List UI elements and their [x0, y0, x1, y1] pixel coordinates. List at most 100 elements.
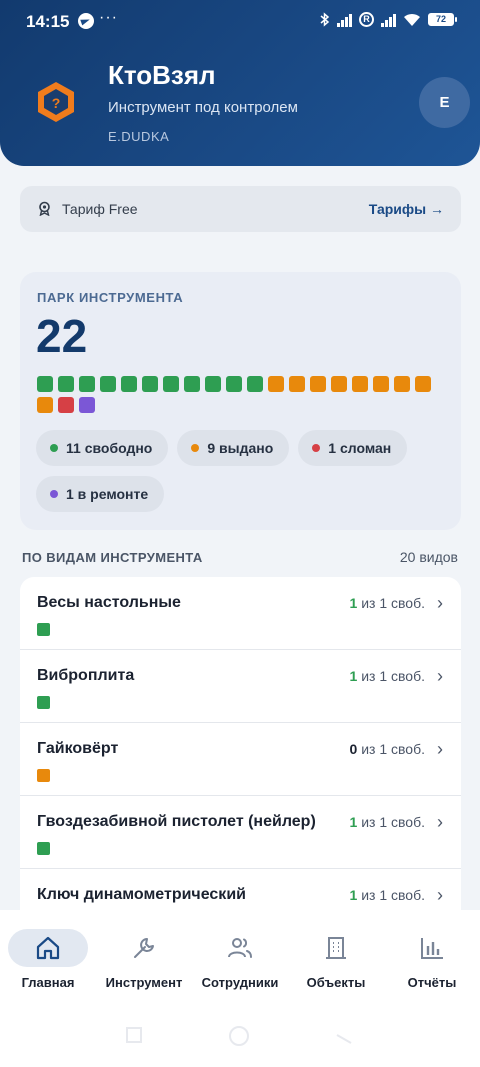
signal-icon-2: [381, 13, 396, 27]
availability-text: из 1 своб.: [357, 595, 425, 611]
tool-type-name: Гайковёрт: [37, 740, 119, 757]
app-logo-icon: ?: [38, 82, 74, 122]
status-square-free: [100, 376, 116, 392]
status-square-free: [79, 376, 95, 392]
registered-icon: R: [359, 12, 374, 27]
status-square-free: [247, 376, 263, 392]
home-icon: [36, 936, 60, 960]
status-dot-icon: [50, 444, 58, 452]
tool-type-availability: 0 из 1 своб.: [350, 741, 425, 757]
more-notifications-icon: ···: [99, 9, 118, 26]
nav-tools-label: Инструмент: [105, 975, 183, 990]
status-square-issued: [289, 376, 305, 392]
tool-park-card: ПАРК ИНСТРУМЕНТА 22 11 свободно 9 выдано 1…: [20, 272, 461, 530]
status-filter-label: 1 в ремонте: [66, 486, 149, 502]
tool-type-availability: 1 из 1 своб.: [350, 595, 425, 611]
nav-home[interactable]: Главная: [0, 929, 96, 990]
chevron-right-icon: ›: [437, 812, 443, 832]
tool-type-availability: 1 из 1 своб.: [350, 814, 425, 830]
status-filter-label: 1 сломан: [328, 440, 392, 456]
tool-type-row[interactable]: Гвоздезабивной пистолет (нейлер) 1 из 1 с…: [20, 796, 461, 869]
tool-type-row[interactable]: Ключ динамометрический 1 из 1 своб. ›: [20, 869, 461, 910]
badge-icon: [39, 201, 50, 216]
availability-text: из 1 своб.: [357, 668, 425, 684]
tariff-banner[interactable]: Тариф Free Тарифы →: [20, 186, 461, 232]
status-square-issued: [331, 376, 347, 392]
tool-type-name: Гвоздезабивной пистолет (нейлер): [37, 813, 316, 830]
status-square-issued: [415, 376, 431, 392]
status-square-issued: [352, 376, 368, 392]
types-count: 20 видов: [399, 549, 458, 565]
svg-text:?: ?: [52, 95, 61, 111]
status-square-issued: [394, 376, 410, 392]
park-total: 22: [36, 310, 88, 362]
status-square-issued: [310, 376, 326, 392]
app-header: 14:15 ··· R 72 ? КтоВзял Инструмент под …: [0, 0, 480, 166]
nav-tools[interactable]: Инструмент: [96, 929, 192, 990]
tool-type-row[interactable]: Гайковёрт 0 из 1 своб. ›: [20, 723, 461, 796]
battery-icon: 72: [428, 13, 457, 26]
status-square-issued: [373, 376, 389, 392]
wifi-icon: [404, 13, 420, 26]
nav-objects-label: Объекты: [306, 975, 366, 990]
nav-home-label: Главная: [21, 975, 75, 990]
tool-type-name: Виброплита: [37, 667, 135, 684]
nav-employees-label: Сотрудники: [201, 975, 279, 990]
status-filter-broken[interactable]: 1 сломан: [298, 430, 408, 466]
user-name: E.DUDKA: [108, 129, 170, 144]
status-filter-free[interactable]: 11 свободно: [36, 430, 169, 466]
status-square-issued: [37, 397, 53, 413]
chevron-right-icon: ›: [437, 885, 443, 905]
status-bar: 14:15 ··· R 72: [0, 0, 480, 42]
building-icon: [326, 937, 346, 959]
nav-employees[interactable]: Сотрудники: [192, 929, 288, 990]
back-icon[interactable]: [334, 1025, 354, 1045]
chevron-right-icon: ›: [437, 739, 443, 759]
nav-objects[interactable]: Объекты: [288, 929, 384, 990]
status-filter-repair[interactable]: 1 в ремонте: [36, 476, 165, 512]
status-filter-label: 11 свободно: [66, 440, 153, 456]
status-summary: 11 свободно 9 выдано 1 сломан 1 в ремонте: [36, 430, 446, 512]
nav-reports[interactable]: Отчёты: [384, 929, 480, 990]
status-square-free: [184, 376, 200, 392]
park-label: ПАРК ИНСТРУМЕНТА: [37, 290, 184, 305]
chevron-right-icon: ›: [437, 593, 443, 613]
tariffs-link[interactable]: Тарифы →: [369, 201, 444, 217]
tool-types-list: Весы настольные 1 из 1 своб. › Виброплита 1 …: [20, 577, 461, 910]
tool-type-availability: 1 из 1 своб.: [350, 887, 425, 903]
tool-type-row[interactable]: Виброплита 1 из 1 своб. ›: [20, 650, 461, 723]
bluetooth-icon: [320, 12, 330, 27]
status-squares: [37, 376, 437, 413]
app-subtitle: Инструмент под контролем: [108, 99, 298, 116]
tool-type-availability: 1 из 1 своб.: [350, 668, 425, 684]
app-title: КтоВзял: [108, 60, 216, 90]
status-square-free: [37, 376, 53, 392]
wrench-icon: [134, 938, 154, 958]
status-square-free: [142, 376, 158, 392]
status-filter-issued[interactable]: 9 выдано: [177, 430, 290, 466]
status-filter-label: 9 выдано: [207, 440, 274, 456]
availability-text: из 1 своб.: [357, 741, 425, 757]
recents-icon[interactable]: [124, 1025, 144, 1045]
nav-reports-label: Отчёты: [407, 975, 457, 990]
status-square-free: [121, 376, 137, 392]
status-square-issued: [37, 769, 50, 782]
telegram-icon: [78, 13, 94, 29]
types-heading: ПО ВИДАМ ИНСТРУМЕНТА: [22, 550, 203, 565]
chevron-right-icon: ›: [437, 666, 443, 686]
status-square-free: [37, 842, 50, 855]
status-square-repair: [79, 397, 95, 413]
availability-text: из 1 своб.: [357, 887, 425, 903]
user-avatar-button[interactable]: E: [419, 77, 470, 128]
status-square-free: [226, 376, 242, 392]
availability-text: из 1 своб.: [357, 814, 425, 830]
chart-icon: [421, 938, 443, 959]
tool-type-name: Весы настольные: [37, 594, 181, 611]
tool-type-row[interactable]: Весы настольные 1 из 1 своб. ›: [20, 577, 461, 650]
status-square-free: [205, 376, 221, 392]
tariff-label: Тариф Free: [62, 201, 138, 217]
status-square-free: [163, 376, 179, 392]
status-square-free: [37, 623, 50, 636]
home-system-icon[interactable]: [228, 1025, 250, 1047]
signal-icon: [337, 13, 352, 27]
